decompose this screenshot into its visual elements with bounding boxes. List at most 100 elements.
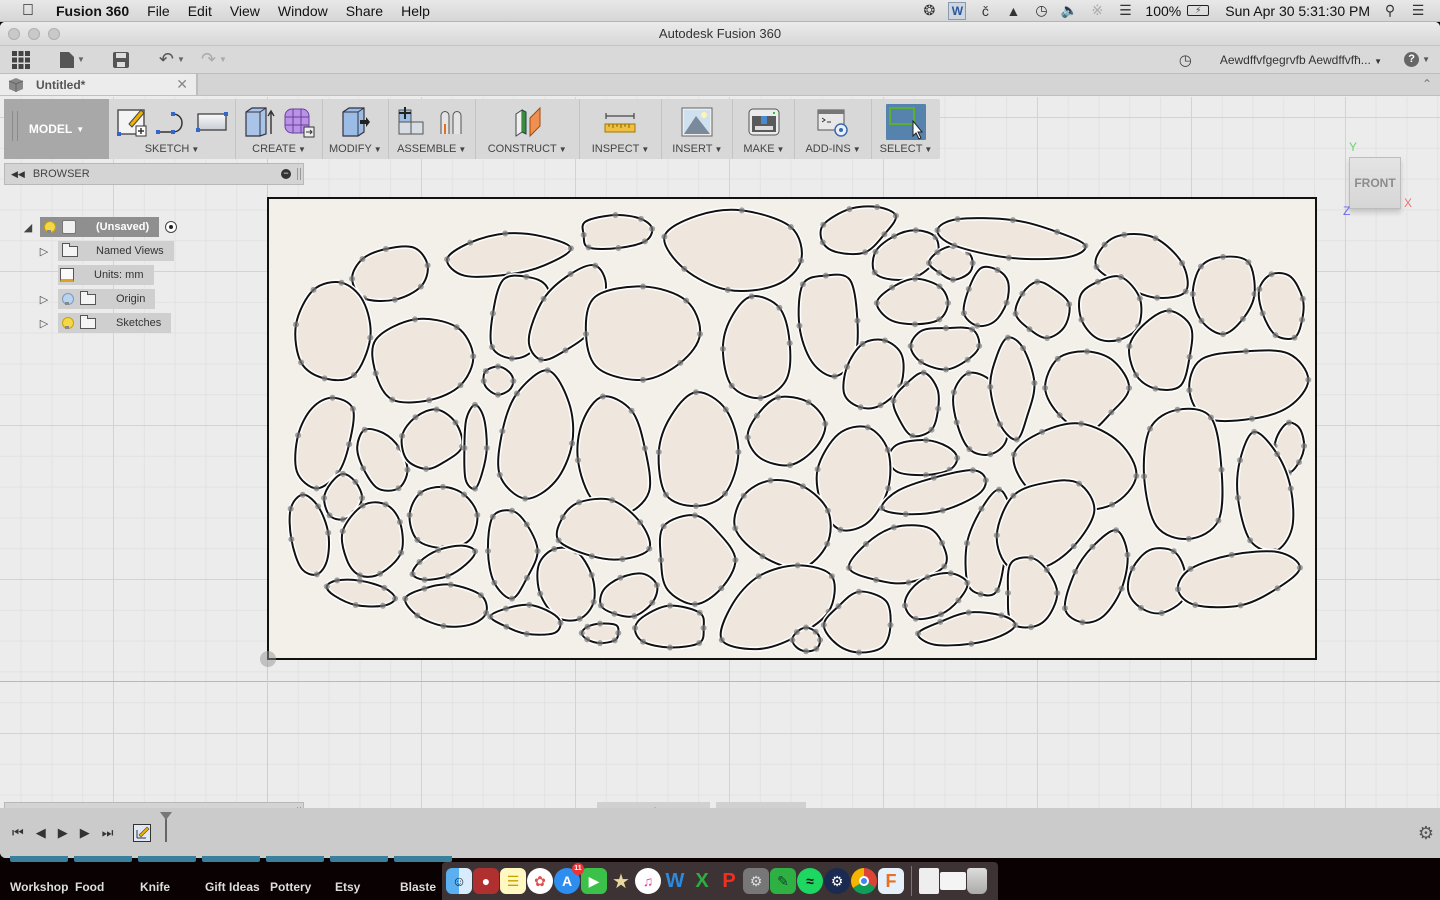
spline-fit-point[interactable] bbox=[1043, 566, 1050, 573]
spline-fit-point[interactable] bbox=[472, 401, 478, 408]
add-ins-menu[interactable]: ADD-INS ▼ bbox=[805, 143, 860, 155]
spline-fit-point[interactable] bbox=[939, 540, 946, 546]
spline-fit-point[interactable] bbox=[588, 572, 595, 578]
spline-fit-point[interactable] bbox=[287, 505, 294, 512]
construct-menu[interactable]: CONSTRUCT ▼ bbox=[488, 143, 567, 155]
spline-fit-point[interactable] bbox=[1109, 501, 1116, 508]
spline-fit-point[interactable] bbox=[793, 629, 800, 636]
spline-fit-point[interactable] bbox=[392, 595, 399, 602]
bookmark-pottery[interactable]: Pottery bbox=[260, 880, 325, 894]
spline-fit-point[interactable] bbox=[1012, 310, 1019, 317]
spline-fit-point[interactable] bbox=[489, 310, 496, 317]
spline-fit-point[interactable] bbox=[576, 615, 583, 622]
spline-fit-point[interactable] bbox=[1094, 278, 1101, 285]
spline-fit-point[interactable] bbox=[885, 485, 892, 492]
spline-fit-point[interactable] bbox=[640, 283, 646, 290]
first-icon[interactable]: ⏮ bbox=[12, 825, 24, 841]
dock-system-preferences-icon[interactable]: ⚙ bbox=[743, 868, 769, 894]
spline-fit-point[interactable] bbox=[663, 491, 669, 498]
spline-fit-point[interactable] bbox=[323, 583, 330, 590]
spline-fit-point[interactable] bbox=[824, 540, 831, 547]
spline-fit-point[interactable] bbox=[837, 526, 844, 533]
spline-fit-point[interactable] bbox=[1268, 271, 1275, 278]
spline-fit-point[interactable] bbox=[1101, 241, 1108, 248]
spline-fit-point[interactable] bbox=[321, 495, 328, 501]
spline-fit-point[interactable] bbox=[1286, 419, 1292, 426]
spline-fit-point[interactable] bbox=[1076, 480, 1083, 487]
spline-fit-point[interactable] bbox=[1154, 294, 1161, 301]
spline-fit-point[interactable] bbox=[965, 286, 972, 292]
spline-fit-point[interactable] bbox=[424, 262, 431, 269]
spline-fit-point[interactable] bbox=[575, 457, 581, 464]
spline-fit-point[interactable] bbox=[1234, 494, 1241, 501]
spline-fit-point[interactable] bbox=[892, 212, 899, 219]
spline-fit-point[interactable] bbox=[612, 212, 619, 218]
spline-fit-point[interactable] bbox=[523, 273, 530, 280]
spline-fit-point[interactable] bbox=[700, 625, 707, 631]
spline-fit-point[interactable] bbox=[640, 638, 647, 645]
close-window-button[interactable] bbox=[8, 27, 20, 40]
spline-fit-point[interactable] bbox=[646, 545, 653, 552]
spline-fit-point[interactable] bbox=[884, 446, 891, 453]
spline-fit-point[interactable] bbox=[677, 359, 684, 366]
spline-fit-point[interactable] bbox=[1198, 263, 1204, 270]
spline-fit-point[interactable] bbox=[889, 284, 896, 291]
spline-fit-point[interactable] bbox=[414, 612, 421, 619]
spline-fit-point[interactable] bbox=[1237, 602, 1244, 609]
spline-fit-point[interactable] bbox=[753, 412, 760, 419]
spline-fit-point[interactable] bbox=[1003, 299, 1010, 306]
spline-fit-point[interactable] bbox=[440, 483, 446, 490]
spline-fit-point[interactable] bbox=[912, 227, 919, 234]
spline-fit-point[interactable] bbox=[696, 609, 703, 616]
spline-fit-point[interactable] bbox=[524, 574, 530, 581]
spline-fit-point[interactable] bbox=[1013, 436, 1020, 443]
spline-fit-point[interactable] bbox=[722, 490, 729, 497]
spline-fit-point[interactable] bbox=[396, 519, 403, 525]
spline-fit-point[interactable] bbox=[872, 248, 879, 255]
dock-itunes-icon[interactable]: ♫ bbox=[635, 868, 661, 894]
menu-app-name[interactable]: Fusion 360 bbox=[56, 3, 138, 19]
spline-fit-point[interactable] bbox=[856, 649, 862, 656]
spline-fit-point[interactable] bbox=[417, 283, 424, 290]
spline-fit-point[interactable] bbox=[503, 605, 509, 612]
spline-fit-point[interactable] bbox=[950, 276, 956, 283]
spline-fit-point[interactable] bbox=[846, 206, 853, 213]
spline-fit-point[interactable] bbox=[1198, 317, 1205, 324]
workspace-switcher[interactable]: MODEL ▼ bbox=[4, 99, 109, 159]
spline-fit-point[interactable] bbox=[412, 414, 419, 421]
create-sketch-icon[interactable] bbox=[115, 106, 149, 138]
sketch-feature-icon[interactable] bbox=[133, 824, 152, 842]
spline-fit-point[interactable] bbox=[329, 394, 336, 401]
spline-fit-point[interactable] bbox=[966, 446, 973, 453]
spline-fit-point[interactable] bbox=[503, 623, 510, 630]
spline-fit-point[interactable] bbox=[315, 503, 322, 510]
spline-fit-point[interactable] bbox=[597, 640, 603, 647]
spline-fit-point[interactable] bbox=[964, 540, 970, 547]
spline-fit-point[interactable] bbox=[523, 521, 530, 528]
assemble-menu[interactable]: ASSEMBLE ▼ bbox=[397, 143, 466, 155]
spline-fit-point[interactable] bbox=[1189, 291, 1196, 297]
spline-fit-point[interactable] bbox=[1179, 260, 1186, 267]
dock-excel-icon[interactable]: X bbox=[689, 868, 715, 894]
bookmark-etsy[interactable]: Etsy bbox=[325, 880, 390, 894]
spline-fit-point[interactable] bbox=[1010, 451, 1017, 458]
spline-fit-point[interactable] bbox=[357, 577, 363, 584]
dock-documents-icon[interactable] bbox=[919, 868, 939, 894]
clock-icon[interactable]: ◷ bbox=[1179, 51, 1192, 69]
spline-fit-point[interactable] bbox=[583, 331, 589, 337]
spline-fit-point[interactable] bbox=[523, 630, 530, 637]
spline-fit-point[interactable] bbox=[379, 602, 386, 609]
spline-fit-point[interactable] bbox=[472, 485, 478, 492]
spline-fit-point[interactable] bbox=[502, 230, 509, 237]
spline-fit-point[interactable] bbox=[637, 519, 644, 526]
spline-fit-point[interactable] bbox=[402, 595, 409, 602]
close-tab-icon[interactable]: ✕ bbox=[176, 76, 188, 93]
new-component-icon[interactable] bbox=[395, 106, 429, 138]
spline-fit-point[interactable] bbox=[1004, 334, 1011, 341]
spline-fit-point[interactable] bbox=[1182, 288, 1189, 295]
spline-fit-point[interactable] bbox=[964, 356, 971, 363]
spline-fit-point[interactable] bbox=[969, 260, 976, 266]
spline-fit-point[interactable] bbox=[996, 486, 1003, 493]
document-tab[interactable]: Untitled* ✕ bbox=[0, 74, 198, 95]
spline-fit-point[interactable] bbox=[557, 619, 564, 626]
